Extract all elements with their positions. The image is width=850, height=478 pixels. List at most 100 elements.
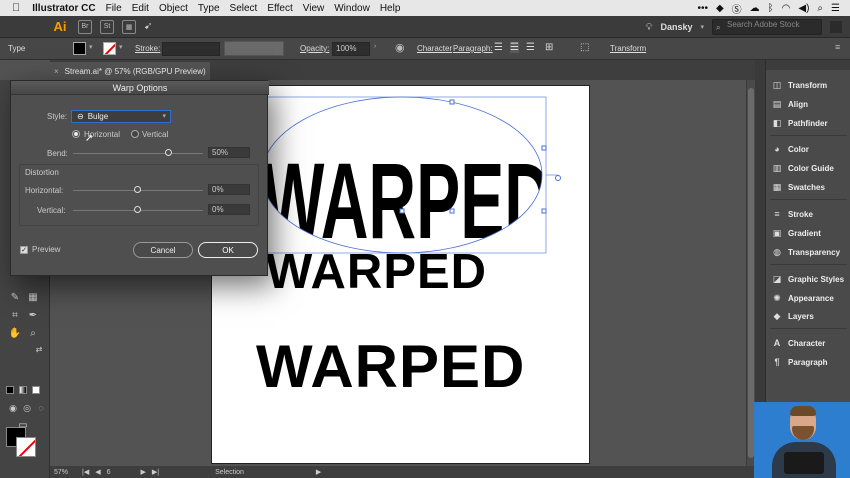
panel-transparency[interactable]: ◍ Transparency	[772, 245, 840, 259]
panel-transform[interactable]: ◫ Transform	[772, 78, 827, 92]
zoom-level[interactable]: 57%	[54, 469, 68, 476]
menu-edit[interactable]: Edit	[132, 3, 149, 14]
stock-button[interactable]: St	[100, 19, 114, 34]
menu-window[interactable]: Window	[334, 3, 370, 14]
bounding-box-handle[interactable]	[449, 208, 455, 214]
document-tab[interactable]: × Stream.ai* @ 57% (RGB/GPU Preview)	[50, 62, 210, 80]
skype-icon[interactable]: Ⓢ	[732, 1, 742, 16]
bend-slider-track[interactable]	[73, 153, 203, 154]
control-menu-icon[interactable]: ≡	[835, 42, 840, 52]
fill-chevron-icon[interactable]: ▾	[89, 43, 93, 51]
stroke-label[interactable]: Stroke:	[135, 44, 160, 53]
isolate-icon[interactable]: ⬚	[580, 42, 589, 53]
screen-mode-icon[interactable]: ▭	[16, 418, 30, 432]
bounding-box-handle[interactable]	[541, 208, 547, 214]
paragraph-link[interactable]: Paragraph:	[453, 44, 493, 53]
vertical-radio-label[interactable]: Vertical	[142, 130, 168, 139]
panel-align[interactable]: ▤ Align	[772, 97, 808, 111]
none-mode-icon[interactable]	[32, 386, 40, 394]
menu-effect[interactable]: Effect	[267, 3, 292, 14]
variable-width-profile[interactable]	[224, 41, 284, 56]
bridge-button[interactable]: Br	[78, 19, 92, 34]
opacity-field[interactable]: 100%	[332, 42, 370, 56]
stroke-chevron-icon[interactable]: ▾	[119, 43, 123, 51]
paintbrush-tool-icon[interactable]: ✎	[8, 290, 22, 304]
menu-app-name[interactable]: Illustrator CC	[32, 3, 95, 14]
zoom-tool-icon[interactable]: ⌕	[26, 326, 40, 340]
stroke-swatch[interactable]	[103, 42, 116, 55]
vertical-distortion-knob[interactable]	[134, 206, 141, 213]
dots-icon[interactable]: •••	[697, 3, 708, 14]
next-artboard-icon[interactable]: ▶	[141, 468, 146, 476]
artboard-number[interactable]: 6	[107, 469, 111, 476]
bend-slider-knob[interactable]	[165, 149, 172, 156]
bounding-box-handle[interactable]	[399, 208, 405, 214]
workspace-chevron-icon[interactable]: ▾	[700, 23, 704, 31]
workspace-switcher[interactable]: Dansky	[660, 22, 692, 32]
horizontal-distortion-knob[interactable]	[134, 186, 141, 193]
align-center-icon[interactable]: ☰	[510, 42, 519, 53]
panel-swatches[interactable]: ▦ Swatches	[772, 180, 825, 194]
menu-view[interactable]: View	[303, 3, 325, 14]
hand-tool-icon[interactable]: ✋	[8, 326, 22, 340]
align-objects-icon[interactable]: ⊞	[545, 42, 553, 53]
status-menu-icon[interactable]: ▶	[316, 468, 321, 476]
horizontal-distortion-field[interactable]: 0%	[208, 184, 250, 195]
menu-type[interactable]: Type	[198, 3, 220, 14]
dock-header[interactable]	[766, 60, 850, 70]
gpu-performance-icon[interactable]: ➹	[144, 21, 152, 32]
panel-graphic-styles[interactable]: ◪ Graphic Styles	[772, 272, 844, 286]
panel-color[interactable]: ◕ Color	[772, 142, 809, 156]
bounding-box-handle[interactable]	[449, 99, 455, 105]
chart-tool-icon[interactable]: ▦	[26, 290, 40, 304]
opacity-label[interactable]: Opacity:	[300, 44, 329, 53]
panel-color-guide[interactable]: ▥ Color Guide	[772, 161, 834, 175]
draw-behind-icon[interactable]: ◎	[20, 401, 34, 415]
lightbulb-icon[interactable]: 💡︎	[645, 22, 652, 33]
bend-value-field[interactable]: 50%	[208, 147, 250, 158]
opacity-arrow-icon[interactable]: ›	[374, 43, 376, 50]
ok-button[interactable]: OK	[198, 242, 258, 258]
artboard-tool-icon[interactable]: ⌗	[8, 308, 22, 322]
menu-help[interactable]: Help	[380, 3, 401, 14]
character-link[interactable]: Character	[417, 44, 452, 53]
bounding-box-handle[interactable]	[541, 145, 547, 151]
first-artboard-icon[interactable]: |◀	[82, 468, 89, 476]
swap-fill-stroke-icon[interactable]: ⇄	[32, 342, 46, 356]
minimize-icon[interactable]	[830, 21, 842, 33]
style-dropdown[interactable]: ⊖ Bulge ▾	[71, 110, 171, 123]
notifications-icon[interactable]: ☰	[831, 3, 840, 14]
align-right-icon[interactable]: ☰	[526, 42, 535, 53]
preview-label[interactable]: Preview	[32, 245, 60, 254]
panel-gradient[interactable]: ▣ Gradient	[772, 226, 821, 240]
bounding-box-handle[interactable]	[555, 175, 561, 181]
panel-character[interactable]: A Character	[772, 336, 826, 350]
menu-select[interactable]: Select	[230, 3, 258, 14]
panel-pathfinder[interactable]: ◧ Pathfinder	[772, 116, 828, 130]
cloud-icon[interactable]: ☁	[750, 3, 760, 14]
menu-object[interactable]: Object	[159, 3, 188, 14]
vertical-distortion-field[interactable]: 0%	[208, 204, 250, 215]
warped-text-third[interactable]: WARPED	[256, 332, 525, 401]
panel-layers[interactable]: ◆ Layers	[772, 309, 814, 323]
stroke-weight-field[interactable]	[162, 42, 220, 56]
warped-text-second[interactable]: WARPED	[266, 244, 487, 300]
menu-file[interactable]: File	[106, 3, 122, 14]
bluetooth-icon[interactable]: ᛒ	[768, 3, 774, 14]
prev-artboard-icon[interactable]: ◀	[95, 468, 100, 476]
draw-normal-icon[interactable]: ◉	[6, 401, 20, 415]
cancel-button[interactable]: Cancel	[133, 242, 193, 258]
align-left-icon[interactable]: ☰	[494, 42, 503, 53]
horizontal-radio[interactable]	[72, 130, 80, 138]
fill-swatch[interactable]	[73, 42, 86, 55]
draw-inside-icon[interactable]: ◌	[34, 401, 48, 415]
stock-search-input[interactable]: ⌕ Search Adobe Stock	[712, 19, 822, 35]
transform-link[interactable]: Transform	[610, 44, 646, 53]
close-tab-icon[interactable]: ×	[54, 67, 59, 76]
last-artboard-icon[interactable]: ▶|	[152, 468, 159, 476]
panel-appearance[interactable]: ✺ Appearance	[772, 291, 834, 305]
preview-checkbox[interactable]: ✓	[20, 246, 28, 254]
eyedropper-tool-icon[interactable]: ✒	[26, 308, 40, 322]
apple-menu-icon[interactable]: 	[12, 2, 20, 14]
volume-icon[interactable]: ◀)	[798, 3, 809, 14]
